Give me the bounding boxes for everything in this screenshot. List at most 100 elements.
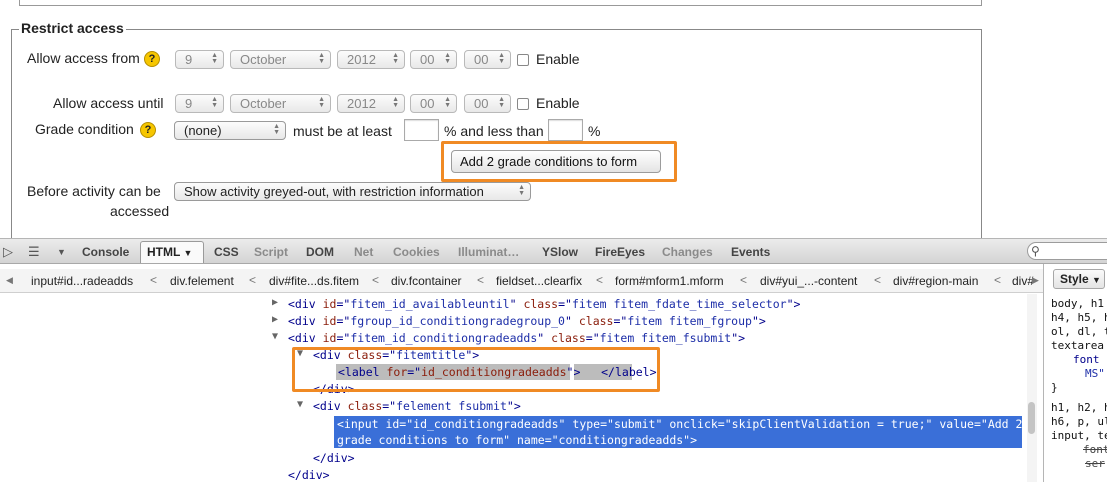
scrollbar-thumb[interactable]: [1028, 402, 1035, 434]
css-rule-line: ser: [1085, 457, 1105, 470]
html-tree: ▶ <div id="fitem_id_availableuntil" clas…: [0, 294, 1043, 482]
tab-script[interactable]: Script: [254, 245, 288, 259]
search-icon: ⚲: [1031, 244, 1040, 258]
expand-arrow-icon[interactable]: ▶: [272, 314, 278, 325]
inspect-icon[interactable]: ▷: [3, 244, 13, 260]
css-rule-line: MS": [1085, 367, 1105, 380]
breadcrumb-separator: <: [150, 273, 158, 287]
breadcrumb-item[interactable]: fieldset...clearfix: [496, 274, 582, 288]
restrict-access-form: Restrict access Allow access from ? 9 ▲ ▼ …: [0, 0, 1107, 239]
allow-from-year-select[interactable]: 2012 ▲ ▼: [337, 50, 405, 69]
tab-events[interactable]: Events: [731, 245, 770, 259]
breadcrumb-separator: <: [596, 273, 604, 287]
breadcrumb-item[interactable]: div#: [1012, 274, 1034, 288]
allow-until-hour-select[interactable]: 00 ▲ ▼: [410, 94, 457, 113]
tab-dom[interactable]: DOM: [306, 245, 334, 259]
css-rule-line: textarea: [1051, 339, 1104, 352]
allow-from-hour-select[interactable]: 00 ▲ ▼: [410, 50, 457, 69]
grade-condition-select[interactable]: (none) ▲ ▼: [174, 121, 286, 140]
collapse-arrow-icon[interactable]: ▼: [297, 399, 303, 410]
tab-fireeyes[interactable]: FireEyes: [595, 245, 645, 259]
collapse-arrow-icon[interactable]: ▼: [297, 348, 303, 359]
dropdown-arrow-icon: ▼: [183, 248, 193, 258]
selected-node-text-line1: <input id="id_conditiongradeadds" type="…: [337, 417, 1023, 431]
tab-console[interactable]: Console: [82, 245, 129, 259]
dropdown-arrow-icon[interactable]: ▼: [57, 247, 66, 257]
tree-node[interactable]: <div id="fitem_id_conditiongradeadds" cl…: [288, 331, 745, 345]
css-rule-line: }: [1051, 381, 1058, 394]
stepper-arrows-icon: ▲ ▼: [498, 96, 505, 109]
tab-changes[interactable]: Changes: [662, 245, 713, 259]
fieldset-legend: Restrict access: [19, 20, 126, 36]
breadcrumb-item[interactable]: div.felement: [170, 274, 234, 288]
tab-net[interactable]: Net: [354, 245, 373, 259]
breadcrumb-separator: <: [249, 273, 257, 287]
css-rule-line: h6, p, ul: [1051, 415, 1107, 428]
help-icon[interactable]: ?: [144, 51, 160, 67]
css-rule-line: body, h1: [1051, 297, 1104, 310]
grade-condition-label: Grade condition: [35, 121, 134, 137]
breadcrumb-separator: <: [372, 273, 380, 287]
scroll-left-icon[interactable]: ◀: [6, 275, 13, 286]
tab-illuminations[interactable]: Illuminat…: [458, 245, 519, 259]
stepper-arrows-icon: ▲ ▼: [444, 52, 451, 65]
tree-node[interactable]: <div id="fitem_id_availableuntil" class=…: [288, 297, 800, 311]
expand-arrow-icon[interactable]: ▶: [272, 297, 278, 308]
stepper-arrows-icon: ▲ ▼: [211, 96, 218, 109]
stepper-arrows-icon: ▲ ▼: [211, 52, 218, 65]
stepper-arrows-icon: ▲ ▼: [518, 184, 525, 197]
stepper-arrows-icon: ▲ ▼: [444, 96, 451, 109]
breadcrumb-separator: <: [874, 273, 882, 287]
selected-tree-node[interactable]: <input id="id_conditiongradeadds" type="…: [334, 416, 1022, 448]
allow-from-month-select[interactable]: October ▲ ▼: [230, 50, 331, 69]
help-icon[interactable]: ?: [140, 122, 156, 138]
before-activity-select[interactable]: Show activity greyed-out, with restricti…: [174, 182, 531, 201]
add-grade-conditions-button[interactable]: Add 2 grade conditions to form: [451, 150, 661, 173]
collapse-arrow-icon[interactable]: ▼: [272, 331, 278, 342]
tree-node[interactable]: <div class="fitemtitle">: [313, 348, 479, 362]
breadcrumb-item[interactable]: form#mform1.mform: [615, 274, 724, 288]
allow-until-day-select[interactable]: 9 ▲ ▼: [175, 94, 224, 113]
tab-yslow[interactable]: YSlow: [542, 245, 578, 259]
before-activity-label-line2: accessed: [110, 203, 170, 219]
tree-node[interactable]: <div class="felement fsubmit">: [313, 399, 521, 413]
breadcrumb-item[interactable]: div#fite...ds.fitem: [269, 274, 359, 288]
grade-min-input[interactable]: [404, 119, 439, 141]
stepper-arrows-icon: ▲ ▼: [498, 52, 505, 65]
breadcrumb-item[interactable]: div#yui_...-content: [760, 274, 857, 288]
breadcrumb-item[interactable]: input#id...radeadds: [31, 274, 133, 288]
allow-until-enable-label: Enable: [536, 95, 580, 111]
allow-until-minute-select[interactable]: 00 ▲ ▼: [464, 94, 511, 113]
allow-until-month-select[interactable]: October ▲ ▼: [230, 94, 331, 113]
firebug-search-input[interactable]: ⚲: [1027, 242, 1107, 260]
tab-html[interactable]: HTML ▼: [140, 241, 204, 263]
tree-node-close: </div>: [313, 451, 355, 465]
grade-max-input[interactable]: [548, 119, 583, 141]
tree-node-label[interactable]: <label for="id_conditiongradeadds"> </la…: [338, 365, 657, 379]
allow-until-label: Allow access until: [53, 95, 164, 111]
tree-node[interactable]: <div id="fgroup_id_conditiongradegroup_0…: [288, 314, 766, 328]
allow-from-day-select[interactable]: 9 ▲ ▼: [175, 50, 224, 69]
breadcrumb-item[interactable]: div.fcontainer: [391, 274, 461, 288]
menu-icon[interactable]: ☰: [28, 244, 40, 260]
tree-scrollbar[interactable]: [1027, 294, 1037, 482]
stepper-arrows-icon: ▲ ▼: [318, 52, 325, 65]
allow-from-minute-select[interactable]: 00 ▲ ▼: [464, 50, 511, 69]
tab-cookies[interactable]: Cookies: [393, 245, 440, 259]
scroll-right-icon[interactable]: ▶: [1032, 275, 1039, 286]
breadcrumb: ◀ input#id...radeadds < div.felement < d…: [0, 269, 1043, 293]
allow-until-year-select[interactable]: 2012 ▲ ▼: [337, 94, 405, 113]
dropdown-arrow-icon: ▼: [1092, 275, 1101, 285]
tab-css[interactable]: CSS: [214, 245, 239, 259]
allow-until-enable-checkbox[interactable]: [517, 98, 529, 110]
stepper-arrows-icon: ▲ ▼: [273, 123, 280, 136]
css-rule-line: input, te: [1051, 429, 1107, 442]
css-rule-line: h1, h2, h: [1051, 401, 1107, 414]
allow-from-enable-checkbox[interactable]: [517, 54, 529, 66]
stepper-arrows-icon: ▲ ▼: [392, 52, 399, 65]
breadcrumb-item[interactable]: div#region-main: [893, 274, 978, 288]
before-activity-label-line1: Before activity can be: [27, 183, 161, 199]
style-tab[interactable]: Style ▼: [1053, 269, 1105, 289]
firebug-toolbar: ▷ ☰ ▼ Console HTML ▼ CSS Script DOM Net …: [0, 238, 1107, 264]
tree-node-close: </div>: [288, 468, 330, 482]
